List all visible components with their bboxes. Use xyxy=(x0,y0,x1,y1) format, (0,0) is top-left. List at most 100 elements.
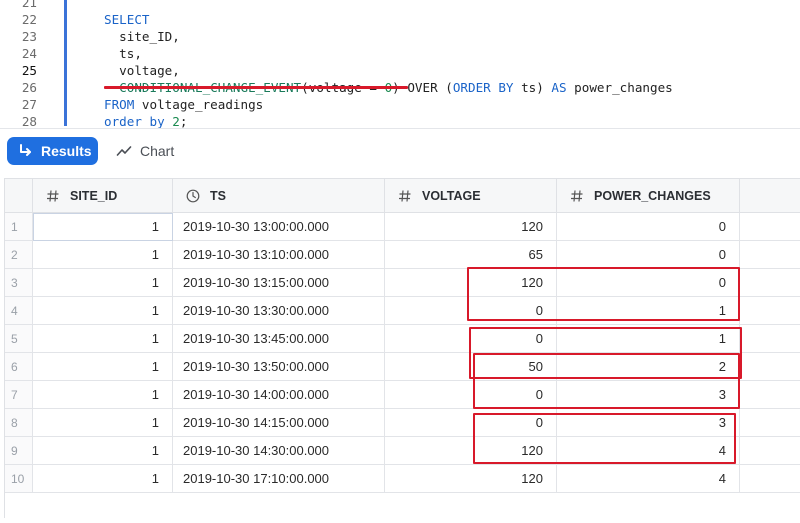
cell-power-changes[interactable]: 1 xyxy=(557,297,740,325)
cell-voltage[interactable]: 0 xyxy=(385,325,557,353)
code-token: ; xyxy=(179,114,188,128)
row-number: 1 xyxy=(5,213,33,241)
cell-filler xyxy=(740,325,800,353)
cell-ts[interactable]: 2019-10-30 14:00:00.000 xyxy=(173,381,385,409)
column-header-ts[interactable]: TS xyxy=(173,179,385,213)
hash-icon xyxy=(47,189,59,202)
cell-ts[interactable]: 2019-10-30 13:15:00.000 xyxy=(173,269,385,297)
code-text: FROM voltage_readings xyxy=(104,96,263,113)
row-number: 6 xyxy=(5,353,33,381)
cell-filler xyxy=(740,409,800,437)
line-number: 26 xyxy=(21,80,37,95)
row-number: 9 xyxy=(5,437,33,465)
cell-site-id[interactable]: 1 xyxy=(33,213,173,241)
cell-ts[interactable]: 2019-10-30 14:15:00.000 xyxy=(173,409,385,437)
cell-power-changes[interactable]: 3 xyxy=(557,381,740,409)
cell-voltage[interactable]: 120 xyxy=(385,465,557,493)
return-arrow-icon xyxy=(20,144,31,156)
cell-voltage[interactable]: 120 xyxy=(385,437,557,465)
cell-voltage[interactable]: 50 xyxy=(385,353,557,381)
code-token: 2 xyxy=(172,114,180,128)
cell-ts[interactable]: 2019-10-30 13:00:00.000 xyxy=(173,213,385,241)
row-number: 7 xyxy=(5,381,33,409)
cell-voltage[interactable]: 0 xyxy=(385,409,557,437)
results-tab-button[interactable]: Results xyxy=(7,137,98,165)
cell-power-changes[interactable]: 4 xyxy=(557,437,740,465)
row-number: 8 xyxy=(5,409,33,437)
cell-power-changes[interactable]: 3 xyxy=(557,409,740,437)
cell-filler xyxy=(740,465,800,493)
code-token: power_changes xyxy=(566,80,673,95)
chart-tab-label: Chart xyxy=(140,143,175,159)
cell-power-changes[interactable]: 4 xyxy=(557,465,740,493)
code-token: SELECT xyxy=(104,12,150,27)
cell-ts[interactable]: 2019-10-30 14:30:00.000 xyxy=(173,437,385,465)
cell-ts[interactable]: 2019-10-30 13:50:00.000 xyxy=(173,353,385,381)
column-header-voltage[interactable]: VOLTAGE xyxy=(385,179,557,213)
cell-power-changes[interactable]: 0 xyxy=(557,269,740,297)
column-header-label: SITE_ID xyxy=(70,188,118,203)
cell-power-changes[interactable]: 0 xyxy=(557,213,740,241)
cell-voltage[interactable]: 120 xyxy=(385,213,557,241)
cell-site-id[interactable]: 1 xyxy=(33,325,173,353)
code-text: ts, xyxy=(104,45,142,62)
cell-ts[interactable]: 2019-10-30 17:10:00.000 xyxy=(173,465,385,493)
hash-icon xyxy=(571,189,583,202)
annotation-underline xyxy=(104,86,408,89)
cell-ts[interactable]: 2019-10-30 13:10:00.000 xyxy=(173,241,385,269)
cell-filler xyxy=(740,381,800,409)
cell-site-id[interactable]: 1 xyxy=(33,437,173,465)
column-header-label: TS xyxy=(210,188,226,203)
clock-icon xyxy=(186,189,200,202)
cell-site-id[interactable]: 1 xyxy=(33,241,173,269)
cell-filler xyxy=(740,353,800,381)
code-token: site_ID, xyxy=(104,29,180,44)
sql-editor[interactable]: 21 22 SELECT 23 site_ID, 24 ts, 25 voltage, 26… xyxy=(0,0,800,128)
chart-tab-button[interactable]: Chart xyxy=(116,137,174,165)
active-block-marker xyxy=(64,0,67,126)
cell-site-id[interactable]: 1 xyxy=(33,269,173,297)
row-number: 5 xyxy=(5,325,33,353)
code-text: order by 2; xyxy=(104,113,187,128)
column-header-site-id[interactable]: SITE_ID xyxy=(33,179,173,213)
column-header-label: VOLTAGE xyxy=(422,188,481,203)
code-token: voltage, xyxy=(104,63,180,78)
results-tab-label: Results xyxy=(41,143,92,159)
code-token: ORDER BY xyxy=(452,80,514,95)
cell-filler xyxy=(740,213,800,241)
cell-site-id[interactable]: 1 xyxy=(33,381,173,409)
cell-ts[interactable]: 2019-10-30 13:45:00.000 xyxy=(173,325,385,353)
column-header-power-changes[interactable]: POWER_CHANGES xyxy=(557,179,740,213)
cell-site-id[interactable]: 1 xyxy=(33,297,173,325)
cell-voltage[interactable]: 120 xyxy=(385,269,557,297)
line-number: 24 xyxy=(21,46,37,61)
code-token: ts, xyxy=(104,46,142,61)
code-token: order by xyxy=(104,114,165,128)
cell-site-id[interactable]: 1 xyxy=(33,409,173,437)
line-chart-icon xyxy=(116,146,132,156)
line-number: 21 xyxy=(21,0,37,10)
cell-site-id[interactable]: 1 xyxy=(33,353,173,381)
code-token: FROM xyxy=(104,97,135,112)
cell-power-changes[interactable]: 2 xyxy=(557,353,740,381)
cell-power-changes[interactable]: 1 xyxy=(557,325,740,353)
cell-filler xyxy=(740,437,800,465)
cell-voltage[interactable]: 65 xyxy=(385,241,557,269)
cell-ts[interactable]: 2019-10-30 13:30:00.000 xyxy=(173,297,385,325)
results-grid[interactable]: SITE_ID TS VOLTAGE POWER_CHANGES 1 1 2019-… xyxy=(4,178,800,518)
line-number: 23 xyxy=(21,29,37,44)
cell-voltage[interactable]: 0 xyxy=(385,381,557,409)
hash-icon xyxy=(399,189,411,202)
cell-power-changes[interactable]: 0 xyxy=(557,241,740,269)
code-token: AS xyxy=(551,80,567,95)
cell-site-id[interactable]: 1 xyxy=(33,465,173,493)
row-number: 2 xyxy=(5,241,33,269)
cell-filler xyxy=(740,297,800,325)
cell-filler xyxy=(740,241,800,269)
row-number: 3 xyxy=(5,269,33,297)
cell-voltage[interactable]: 0 xyxy=(385,297,557,325)
line-number: 25 xyxy=(21,63,37,78)
row-number-header xyxy=(5,179,33,213)
code-text: voltage, xyxy=(104,62,180,79)
result-toolbar: Results Chart xyxy=(0,128,800,175)
